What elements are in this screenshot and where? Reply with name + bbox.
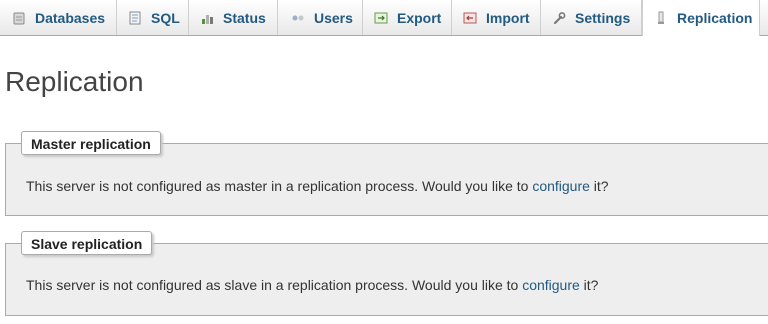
tab-label: Export	[397, 9, 442, 26]
tab-label: SQL	[151, 9, 180, 26]
sql-icon	[129, 11, 141, 24]
tab-import[interactable]: Import	[452, 0, 541, 35]
status-icon	[202, 14, 213, 24]
wrench-icon	[553, 11, 566, 24]
tab-label: Status	[223, 9, 266, 26]
tab-export[interactable]: Export	[363, 0, 452, 35]
tab-label: Replication	[677, 10, 753, 26]
tab-label: Users	[314, 9, 353, 26]
users-icon	[292, 15, 304, 20]
slave-replication-legend: Slave replication	[21, 231, 153, 255]
tab-label: Settings	[575, 9, 631, 26]
master-configure-link[interactable]: configure	[532, 178, 590, 194]
tab-settings[interactable]: Settings	[541, 0, 642, 35]
tab-label: Import	[486, 9, 530, 26]
tab-sql[interactable]: SQL	[117, 0, 189, 35]
tab-status[interactable]: Status	[189, 0, 278, 35]
import-icon	[463, 12, 477, 23]
tab-users[interactable]: Users	[278, 0, 363, 35]
message-text: This server is not configured as master …	[26, 178, 533, 194]
message-text: This server is not configured as slave i…	[26, 277, 523, 293]
master-replication-message: This server is not configured as master …	[26, 178, 609, 194]
slave-configure-link[interactable]: configure	[522, 277, 580, 293]
page-title: Replication	[5, 66, 144, 97]
tab-databases[interactable]: Databases	[0, 0, 117, 35]
message-text-end: it?	[589, 178, 609, 194]
master-replication-legend: Master replication	[21, 131, 161, 155]
export-icon	[374, 12, 388, 23]
tab-replication[interactable]: Replication	[642, 0, 760, 36]
top-tab-bar: Databases SQL Status Users Export Import…	[0, 0, 768, 36]
message-text-end: it?	[579, 277, 599, 293]
tab-label: Databases	[35, 9, 106, 26]
slave-replication-message: This server is not configured as slave i…	[26, 277, 598, 293]
database-icon	[13, 12, 25, 24]
replication-icon	[658, 11, 664, 24]
